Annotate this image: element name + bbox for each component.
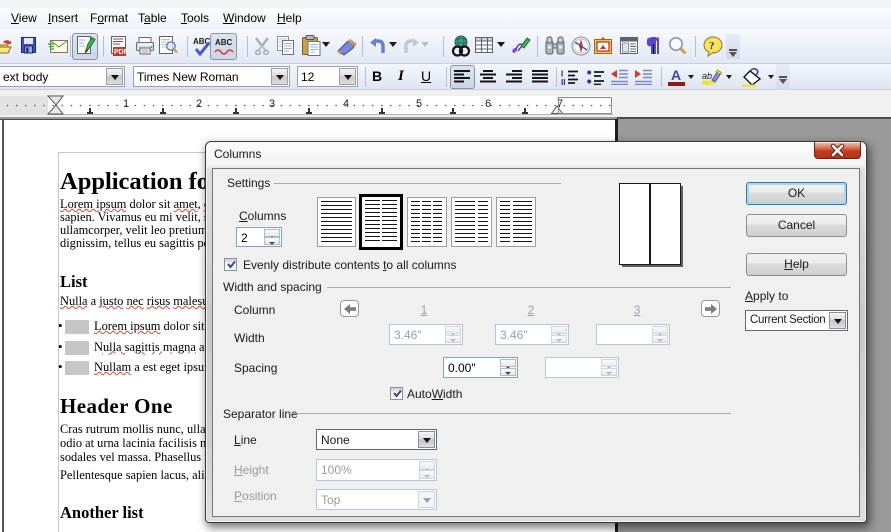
svg-text:ABC: ABC xyxy=(215,38,233,47)
svg-text:II: II xyxy=(561,78,565,85)
svg-text:?: ? xyxy=(709,40,715,52)
svg-text:PDF: PDF xyxy=(114,49,128,56)
svg-text:ab: ab xyxy=(702,71,712,81)
